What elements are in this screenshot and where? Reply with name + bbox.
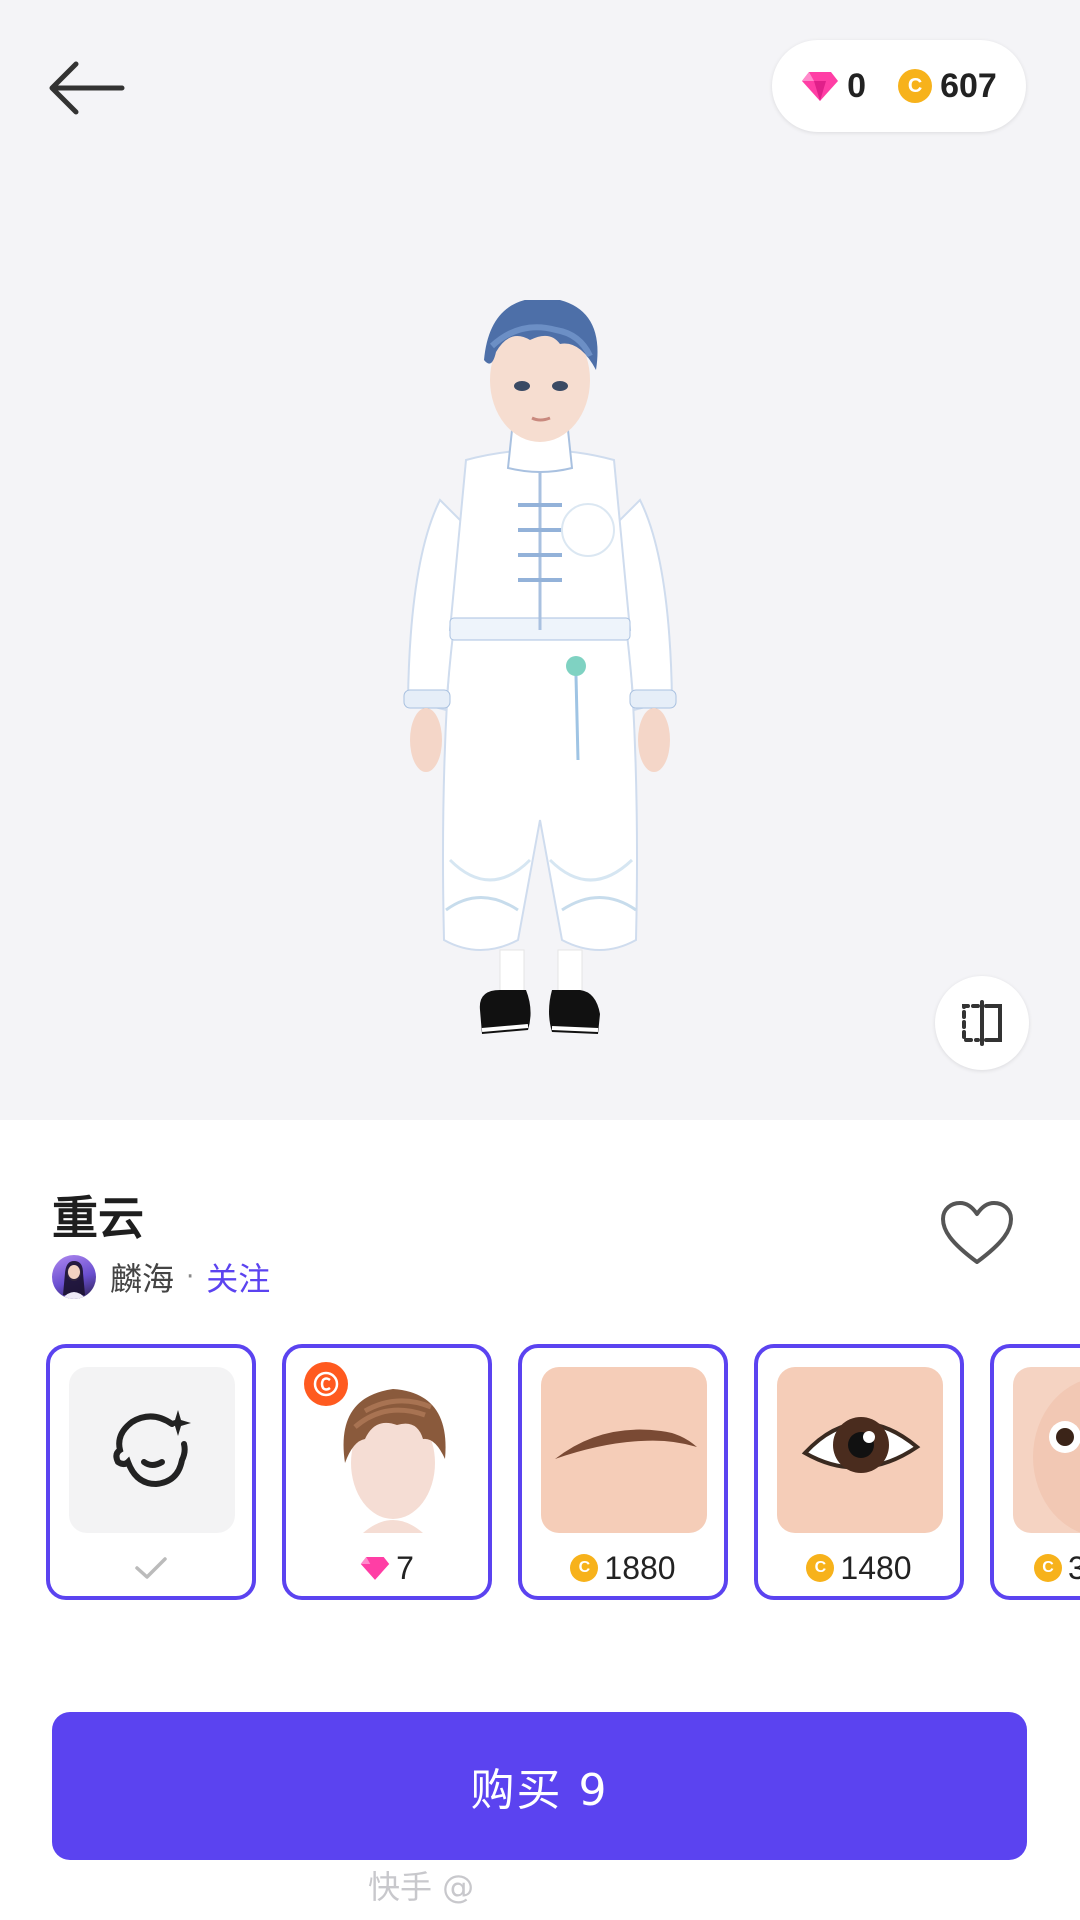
- diamond-icon: [360, 1556, 390, 1580]
- eyebrow-image: [555, 1429, 697, 1459]
- face-sparkle-icon: [113, 1410, 191, 1488]
- face-template-thumbnail: [69, 1367, 235, 1533]
- follow-button[interactable]: 关注: [206, 1254, 270, 1300]
- author-avatar-image: [62, 1261, 86, 1299]
- split-compare-icon: [962, 1000, 1002, 1046]
- watermark: 快手 @: [368, 1868, 475, 1906]
- selected-check: [50, 1548, 252, 1588]
- hair-price: 7: [286, 1548, 488, 1588]
- favorite-button[interactable]: [940, 1200, 1014, 1266]
- heart-icon: [941, 1201, 1013, 1264]
- card-face[interactable]: C 3: [990, 1344, 1080, 1600]
- buy-button[interactable]: 购买 9: [52, 1712, 1027, 1860]
- card-eyebrow[interactable]: C 1880: [518, 1344, 728, 1600]
- currency-balance[interactable]: 0 C 607: [772, 40, 1026, 132]
- coin-icon: C: [570, 1554, 599, 1582]
- diamond-count: 0: [847, 66, 867, 105]
- eyebrow-price-value: 1880: [604, 1549, 676, 1586]
- eye-price: C 1480: [758, 1548, 960, 1588]
- eyebrow-price: C 1880: [522, 1548, 724, 1588]
- separator-dot: ·: [186, 1262, 195, 1292]
- eye-image: [801, 1417, 921, 1473]
- avatar-preview-area: 0 C 607: [0, 0, 1080, 1120]
- face-price-value: 3: [1068, 1549, 1080, 1586]
- eye-price-value: 1480: [840, 1549, 912, 1586]
- diamond-icon: [802, 72, 839, 101]
- coin-count: 607: [940, 66, 997, 105]
- item-title: 重云: [52, 1191, 144, 1245]
- compare-button[interactable]: [935, 976, 1029, 1070]
- face-thumbnail: [1013, 1367, 1080, 1533]
- check-icon: [135, 1557, 167, 1579]
- arrow-left-icon: [49, 61, 125, 115]
- card-eye[interactable]: C 1480: [754, 1344, 964, 1600]
- eye-thumbnail: [777, 1367, 943, 1533]
- back-button[interactable]: [42, 58, 132, 118]
- eyebrow-thumbnail: [541, 1367, 707, 1533]
- author-avatar[interactable]: [52, 1255, 96, 1299]
- coin-icon: C: [898, 69, 933, 103]
- author-name[interactable]: 麟海: [110, 1254, 174, 1300]
- coin-icon: C: [1034, 1554, 1062, 1582]
- copyright-icon: [304, 1362, 348, 1406]
- face-price: C 3: [994, 1548, 1080, 1588]
- author-row: 麟海 · 关注: [52, 1252, 270, 1302]
- copyright-symbol: [313, 1371, 339, 1397]
- card-face-template[interactable]: [46, 1344, 256, 1600]
- avatar-figure[interactable]: [400, 300, 680, 1080]
- face-image: [1033, 1381, 1080, 1533]
- hair-price-value: 7: [396, 1549, 414, 1586]
- coin-icon: C: [806, 1554, 835, 1582]
- component-card-list: 7 C 1880 C 1480 C 3: [46, 1344, 1080, 1604]
- card-hair[interactable]: 7: [282, 1344, 492, 1600]
